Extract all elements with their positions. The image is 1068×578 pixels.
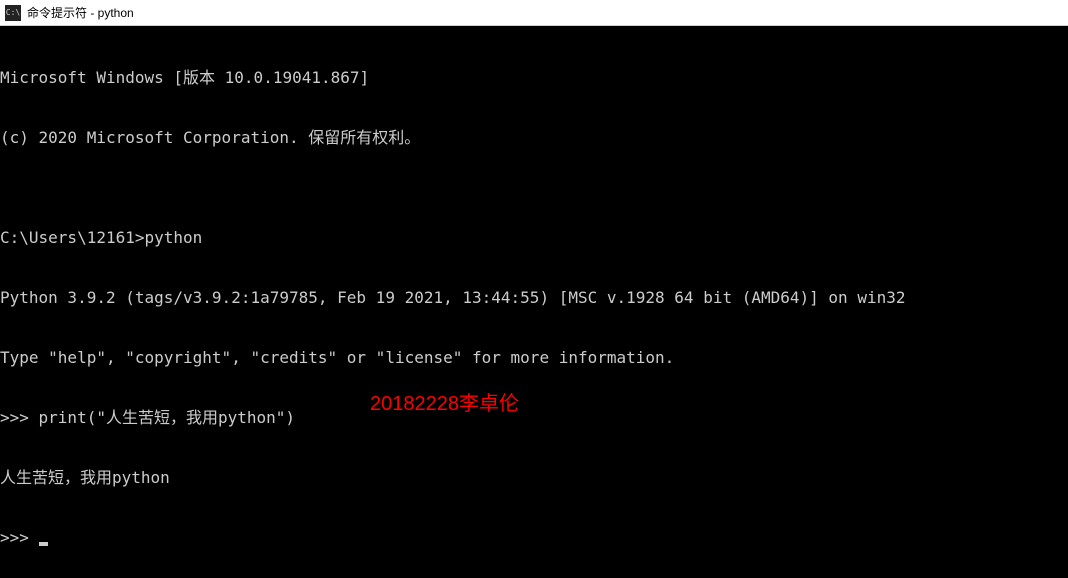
title-bar[interactable]: C:\ 命令提示符 - python [0,0,1068,26]
terminal-line: >>> print("人生苦短，我用python") [0,408,1068,428]
terminal-line: C:\Users\12161>python [0,228,1068,248]
terminal-line: Python 3.9.2 (tags/v3.9.2:1a79785, Feb 1… [0,288,1068,308]
terminal-line: Microsoft Windows [版本 10.0.19041.867] [0,68,1068,88]
terminal-prompt-line: >>> [0,528,1068,548]
terminal[interactable]: Microsoft Windows [版本 10.0.19041.867] (c… [0,26,1068,578]
window-title: 命令提示符 - python [27,4,134,21]
terminal-prompt: >>> [0,528,39,547]
terminal-line: (c) 2020 Microsoft Corporation. 保留所有权利。 [0,128,1068,148]
terminal-line: Type "help", "copyright", "credits" or "… [0,348,1068,368]
window: C:\ 命令提示符 - python Microsoft Windows [版本… [0,0,1068,578]
terminal-line: 人生苦短，我用python [0,468,1068,488]
cmd-icon-text: C:\ [6,8,20,17]
cursor [39,542,48,546]
cmd-icon: C:\ [5,5,21,21]
